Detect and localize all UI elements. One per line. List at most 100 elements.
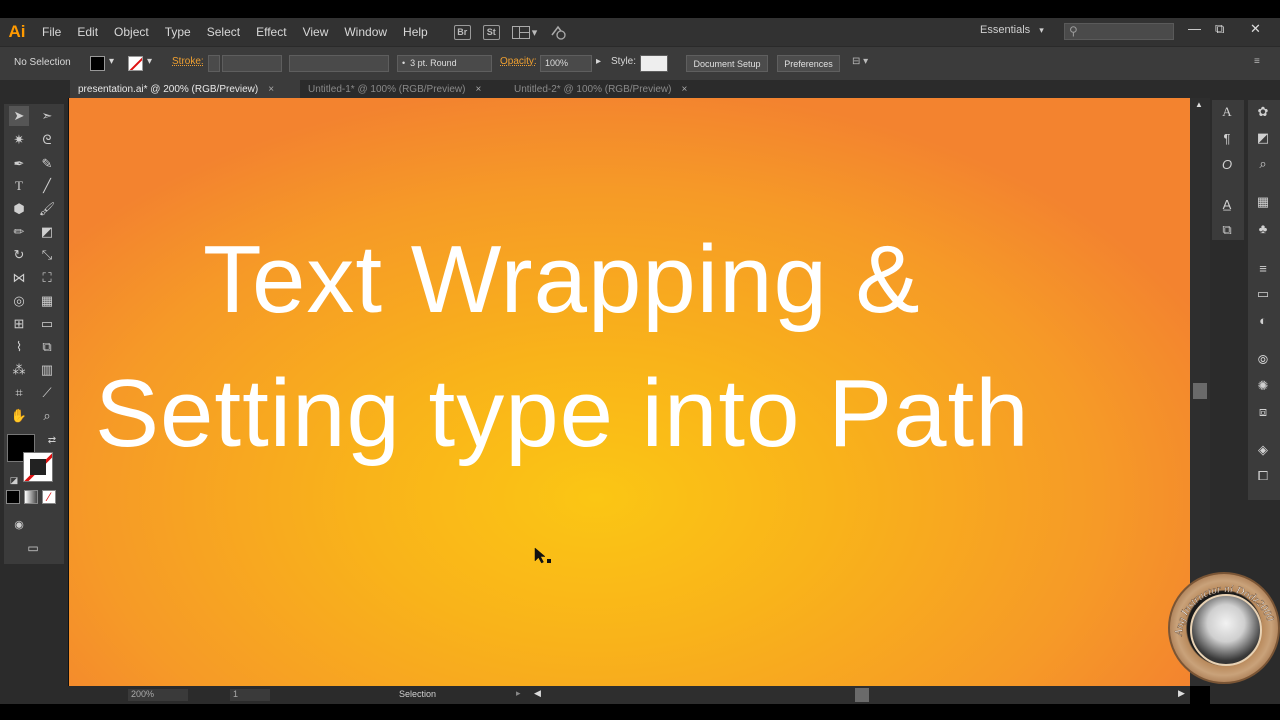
stroke-weight-stepper[interactable] [208, 55, 220, 72]
workspace-switcher[interactable]: Essentials ▾ [980, 24, 1044, 36]
tab-untitled-1[interactable]: Untitled-1* @ 100% (RGB/Preview) × [300, 80, 506, 98]
perspective-grid-icon[interactable]: ▦ [37, 291, 57, 311]
slice-icon[interactable]: ⟋ [37, 383, 57, 403]
rotate-icon[interactable]: ↻ [9, 245, 29, 265]
layers-icon[interactable]: ◈ [1253, 440, 1273, 460]
close-icon[interactable]: × [268, 84, 274, 95]
fill-swatch[interactable] [90, 56, 105, 71]
vertical-scroll-thumb[interactable] [1193, 383, 1207, 399]
chevron-right-icon[interactable]: ▸ [516, 688, 521, 699]
width-icon[interactable]: ⋈ [9, 268, 29, 288]
default-colors-icon[interactable]: ◪ [4, 470, 24, 490]
preferences-button[interactable]: Preferences [777, 55, 840, 72]
minimize-button[interactable]: — [1188, 21, 1201, 36]
close-icon[interactable]: × [475, 84, 481, 95]
stroke-weight-field[interactable] [222, 55, 282, 72]
tab-untitled-2[interactable]: Untitled-2* @ 100% (RGB/Preview) × [506, 80, 712, 98]
search-input[interactable]: ⚲ [1064, 23, 1174, 40]
menu-object[interactable]: Object [106, 25, 157, 39]
chevron-right-icon[interactable]: ▶ [1178, 688, 1185, 699]
chevron-down-icon[interactable]: ▾ [147, 56, 152, 67]
chevron-up-icon[interactable]: ▲ [1195, 100, 1203, 109]
graphic-styles-icon[interactable]: ⧈ [1253, 402, 1273, 422]
transparency-icon[interactable]: ◐ [1253, 310, 1273, 330]
panel-menu-icon[interactable]: ≡ [1254, 56, 1260, 67]
opentype-icon[interactable]: O [1217, 154, 1237, 174]
restore-button[interactable]: ⧉ [1215, 21, 1224, 37]
bridge-button[interactable]: Br [453, 24, 471, 40]
arrange-documents-button[interactable]: ▾ [511, 25, 537, 39]
symbol-sprayer-icon[interactable]: ⁂ [9, 360, 29, 380]
menu-help[interactable]: Help [395, 25, 436, 39]
chevron-left-icon[interactable]: ◀ [534, 688, 541, 699]
chevron-right-icon[interactable]: ▸ [596, 56, 601, 67]
brush-definition[interactable]: • 3 pt. Round [397, 55, 492, 72]
line-segment-icon[interactable]: ╱ [37, 176, 57, 196]
stock-button[interactable]: St [482, 24, 500, 40]
headline-line-2[interactable]: Setting type into Path [95, 366, 1030, 462]
stroke-swatch[interactable] [128, 56, 143, 71]
menu-select[interactable]: Select [199, 25, 248, 39]
screen-mode-icon[interactable]: ▭ [23, 538, 43, 558]
free-transform-icon[interactable]: ⛶ [37, 268, 57, 288]
headline-line-1[interactable]: Text Wrapping & [203, 232, 921, 328]
align-options-icon[interactable]: ⊟ ▾ [852, 56, 868, 67]
direct-selection-icon[interactable]: ➣ [37, 106, 57, 126]
artboards-icon[interactable]: ⧠ [1253, 466, 1273, 486]
pencil-icon[interactable]: ✏ [9, 222, 29, 242]
character-icon[interactable]: A [1217, 102, 1237, 122]
menu-window[interactable]: Window [336, 25, 395, 39]
eyedropper-icon[interactable]: ⌇ [9, 337, 29, 357]
scale-icon[interactable]: ⤡ [37, 245, 57, 265]
curvature-icon[interactable]: ✎ [37, 154, 57, 174]
stroke-panel-icon[interactable]: ≡ [1253, 258, 1273, 278]
search-icon[interactable]: ⌕ [1253, 154, 1273, 174]
artboard-navigator[interactable]: 1 [230, 689, 270, 701]
selection-arrow-icon[interactable]: ➤ [9, 106, 29, 126]
drawing-mode-icon[interactable]: ◉ [9, 514, 29, 534]
cc-libraries-icon[interactable]: ⦾ [1253, 350, 1273, 370]
paintbrush-icon[interactable]: 🖌 [37, 199, 57, 219]
links-icon[interactable]: ⧉ [1217, 220, 1237, 240]
horizontal-scrollbar[interactable]: ◀ ▶ [530, 686, 1190, 704]
color-wheel-icon[interactable]: ✿ [1253, 102, 1273, 122]
graphic-style-swatch[interactable] [640, 55, 668, 72]
chevron-down-icon[interactable]: ▾ [109, 56, 114, 67]
glyph-icon[interactable]: A̲ [1217, 194, 1237, 214]
menu-type[interactable]: Type [157, 25, 199, 39]
stroke-label[interactable]: Stroke: [172, 56, 204, 67]
color-guide-icon[interactable]: ◩ [1253, 128, 1273, 148]
gpu-performance-icon[interactable] [549, 23, 567, 41]
hand-icon[interactable]: ✋ [9, 406, 29, 426]
opacity-field[interactable]: 100% [540, 55, 592, 72]
document-setup-button[interactable]: Document Setup [686, 55, 768, 72]
pen-icon[interactable]: ✒ [9, 154, 29, 174]
zoom-field[interactable]: 200% [128, 689, 188, 701]
appearance-icon[interactable]: ✺ [1253, 376, 1273, 396]
column-graph-icon[interactable]: ▥ [37, 360, 57, 380]
blend-icon[interactable]: ⧉ [37, 337, 57, 357]
lasso-icon[interactable]: ᘓ [37, 130, 57, 150]
zoom-icon[interactable]: ⌕ [37, 406, 57, 426]
menu-view[interactable]: View [295, 25, 337, 39]
gradient-mode-icon[interactable] [24, 490, 38, 504]
mesh-icon[interactable]: ⊞ [9, 314, 29, 334]
swatches-icon[interactable]: ▦ [1253, 192, 1273, 212]
menu-edit[interactable]: Edit [69, 25, 106, 39]
swap-colors-icon[interactable]: ⇄ [42, 430, 62, 450]
tab-presentation[interactable]: presentation.ai* @ 200% (RGB/Preview) × [70, 80, 300, 98]
gradient-panel-icon[interactable]: ▭ [1253, 284, 1273, 304]
magic-wand-icon[interactable]: ✷ [9, 130, 29, 150]
none-mode-icon[interactable]: ⁄ [42, 490, 56, 504]
variable-width-profile[interactable] [289, 55, 389, 72]
artboard-icon[interactable]: ⌗ [9, 383, 29, 403]
opacity-label[interactable]: Opacity: [500, 56, 537, 67]
horizontal-scroll-thumb[interactable] [855, 688, 869, 702]
eraser-icon[interactable]: ◩ [37, 222, 57, 242]
stroke-color-box[interactable] [23, 452, 53, 482]
artboard-canvas[interactable]: Text Wrapping & Setting type into Path [68, 98, 1190, 686]
shape-builder-icon[interactable]: ◎ [9, 291, 29, 311]
close-button[interactable]: ✕ [1250, 21, 1261, 37]
shape-icon[interactable]: ⬢ [9, 199, 29, 219]
paragraph-icon[interactable]: ¶ [1217, 128, 1237, 148]
